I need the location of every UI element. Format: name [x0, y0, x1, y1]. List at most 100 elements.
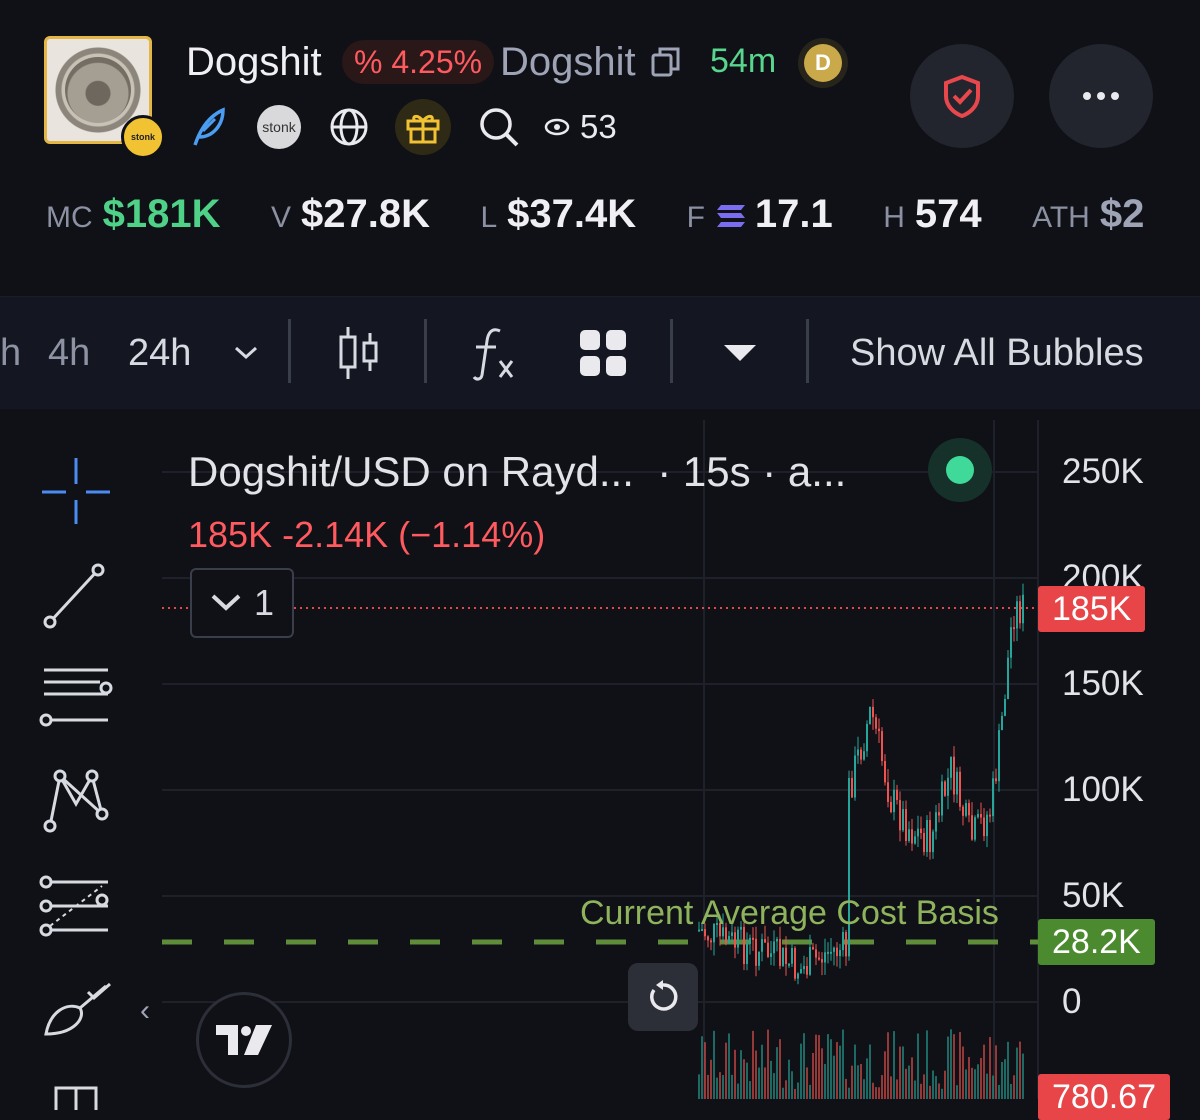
- candle-body: [917, 828, 919, 837]
- trend-line-icon[interactable]: [36, 556, 116, 636]
- candle-body: [764, 939, 766, 943]
- volume-bar: [1001, 1061, 1003, 1099]
- volume-bar: [977, 1064, 979, 1099]
- candle-body: [926, 820, 928, 853]
- volume-bar: [737, 1083, 739, 1099]
- volume-bar: [791, 1071, 793, 1099]
- candle-body: [857, 749, 859, 756]
- price-chart[interactable]: Dogshit/USD on Rayd... · 15s · a... 185K…: [0, 410, 1200, 1120]
- volume-bar: [773, 1073, 775, 1099]
- candle-body: [860, 749, 862, 760]
- interval-partial[interactable]: h: [0, 297, 21, 409]
- candle-body: [788, 963, 790, 966]
- chart-canvas[interactable]: [0, 410, 1200, 1099]
- candle-body: [1013, 627, 1015, 630]
- candle-body: [896, 789, 898, 801]
- candle-body: [911, 829, 913, 844]
- volume-bar: [845, 1078, 847, 1099]
- doge-coin-icon: D: [798, 38, 848, 88]
- candle-body: [980, 814, 982, 818]
- volume-bar: [767, 1029, 769, 1099]
- more-options-button[interactable]: [1049, 44, 1153, 148]
- volume-bar: [836, 1042, 838, 1099]
- candle-body: [845, 932, 847, 957]
- reset-chart-button[interactable]: [628, 963, 698, 1031]
- volume-bar: [974, 1069, 976, 1099]
- candle-body: [827, 951, 829, 954]
- chart-title: Dogshit/USD on Rayd... · 15s · a...: [188, 448, 847, 495]
- tradingview-logo[interactable]: [196, 992, 292, 1088]
- gift-icon[interactable]: [394, 98, 452, 156]
- volume-bar: [821, 1048, 823, 1099]
- horizontal-lines-icon[interactable]: [36, 658, 116, 738]
- volume-bar: [827, 1034, 829, 1099]
- current-price-tag: 185K: [1038, 586, 1146, 632]
- candle-body: [992, 778, 994, 817]
- interval-dropdown[interactable]: [232, 297, 260, 409]
- token-avatar[interactable]: stonk: [44, 36, 165, 159]
- volume-bar: [905, 1068, 907, 1099]
- stonk-badge: stonk: [121, 115, 165, 159]
- volume-bar: [959, 1032, 961, 1099]
- volume-bar: [764, 1067, 766, 1099]
- candle-body: [965, 803, 967, 816]
- search-icon[interactable]: [476, 104, 522, 150]
- candle-type-button[interactable]: [336, 297, 380, 409]
- volume-bar: [902, 1046, 904, 1099]
- volume-bar: [743, 1059, 745, 1099]
- candle-body: [797, 973, 799, 979]
- interval-4h[interactable]: 4h: [48, 297, 90, 409]
- candle-body: [806, 966, 808, 975]
- indicators-button[interactable]: [470, 297, 518, 409]
- volume-bar: [947, 1036, 949, 1099]
- candle-body: [863, 751, 865, 760]
- more-tools-icon[interactable]: [36, 1080, 116, 1110]
- candle-body: [890, 801, 892, 813]
- stat-liquidity: L $37.4K: [480, 192, 637, 236]
- volume-bar: [704, 1042, 706, 1099]
- volume-bar: [713, 1030, 715, 1099]
- fib-tool-icon[interactable]: [36, 866, 116, 946]
- pattern-tool-icon[interactable]: [36, 762, 116, 842]
- y-tick-100k: 100K: [1062, 770, 1144, 809]
- candle-body: [815, 949, 817, 958]
- feather-icon[interactable]: [186, 104, 232, 150]
- security-shield-button[interactable]: [910, 44, 1014, 148]
- candle-body: [782, 947, 784, 966]
- volume-bar: [929, 1085, 931, 1099]
- candle-body: [974, 817, 976, 840]
- volume-bar: [1013, 1075, 1015, 1099]
- stonk-link-icon[interactable]: stonk: [256, 104, 302, 150]
- stat-fees: F 17.1: [686, 192, 833, 236]
- copy-icon[interactable]: [651, 46, 681, 78]
- collapse-sidebar-arrow[interactable]: ‹: [140, 994, 150, 1028]
- candlestick-icon: [339, 327, 378, 379]
- brush-icon[interactable]: [36, 978, 116, 1058]
- volume-bar: [755, 1050, 757, 1099]
- candle-body: [887, 782, 889, 802]
- candle-body: [746, 944, 748, 964]
- volume-bar: [920, 1083, 922, 1099]
- interval-24h[interactable]: 24h: [128, 297, 191, 409]
- crosshair-icon[interactable]: [36, 454, 116, 534]
- volume-bar: [998, 1084, 1000, 1099]
- candle-body: [950, 756, 952, 778]
- more-toolbar-dropdown[interactable]: [722, 297, 758, 409]
- candle-body: [1007, 657, 1009, 699]
- candle-body: [755, 938, 757, 966]
- collapse-indicators-button[interactable]: 1: [190, 568, 294, 638]
- volume-bar: [989, 1037, 991, 1099]
- candle-body: [767, 942, 769, 957]
- globe-icon[interactable]: [326, 104, 372, 150]
- volume-bar: [782, 1087, 784, 1099]
- show-all-bubbles-button[interactable]: Show All Bubbles: [850, 297, 1144, 409]
- volume-bar: [839, 1045, 841, 1099]
- volume-bar: [863, 1079, 865, 1099]
- candle-body: [962, 806, 964, 816]
- volume-bar: [869, 1044, 871, 1099]
- more-dots-icon: [1083, 92, 1119, 100]
- candle-body: [1019, 601, 1021, 624]
- candle-body: [830, 951, 832, 954]
- layout-grid-button[interactable]: [578, 297, 628, 409]
- candle-body: [986, 814, 988, 837]
